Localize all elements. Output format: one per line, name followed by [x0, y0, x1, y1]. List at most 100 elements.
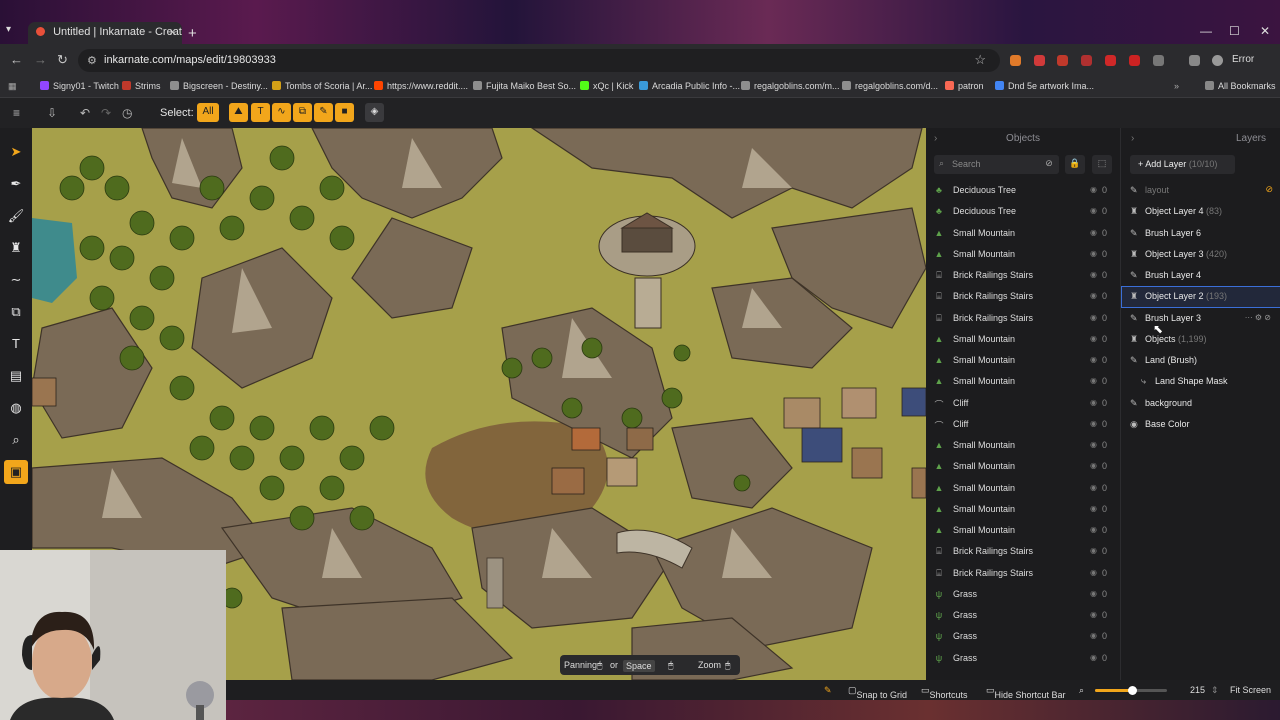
- object-list-item[interactable]: ▲ Small Mountain ◉ 0: [926, 244, 1120, 265]
- object-list-item[interactable]: ♣ Deciduous Tree ◉ 0: [926, 201, 1120, 222]
- site-info-icon[interactable]: ⚙: [87, 54, 97, 67]
- visibility-icon[interactable]: ◉: [1090, 461, 1097, 470]
- visibility-icon[interactable]: ◉: [1090, 546, 1097, 555]
- tab-search-icon[interactable]: ▾: [6, 24, 22, 40]
- bookmark-item[interactable]: patron: [945, 81, 984, 91]
- zoom-slider[interactable]: [1095, 686, 1167, 695]
- layer-options-icon[interactable]: ··· ⚙ ⊘: [1245, 313, 1271, 322]
- history-icon[interactable]: ◷: [122, 106, 132, 120]
- back-icon[interactable]: ←: [10, 52, 23, 67]
- maximize-icon[interactable]: ☐: [1229, 24, 1240, 38]
- select-text-icon[interactable]: T: [251, 103, 270, 122]
- hamburger-menu-icon[interactable]: ≡: [13, 106, 20, 120]
- object-list-item[interactable]: ⌒ Cliff ◉ 0: [926, 414, 1120, 435]
- fit-screen-button[interactable]: Fit Screen: [1230, 685, 1271, 695]
- lock-icon[interactable]: 🔒: [1065, 155, 1085, 174]
- visibility-icon[interactable]: ◉: [1090, 525, 1097, 534]
- forward-icon[interactable]: →: [34, 52, 47, 67]
- extension-icon[interactable]: [1105, 55, 1116, 66]
- layers-toggle-icon[interactable]: ◈: [365, 103, 384, 122]
- bookmark-item[interactable]: regalgoblins.com/d...: [842, 81, 938, 91]
- zoom-slider-handle[interactable]: [1128, 686, 1138, 695]
- bookmark-item[interactable]: regalgoblins.com/m...: [741, 81, 840, 91]
- visibility-icon[interactable]: ◉: [1090, 376, 1097, 385]
- object-list-item[interactable]: ▲ Small Mountain ◉ 0: [926, 371, 1120, 392]
- layer-list-item[interactable]: ◉ Base Color: [1121, 414, 1280, 435]
- visibility-icon[interactable]: ◉: [1090, 249, 1097, 258]
- brush-tool-icon[interactable]: 🖌: [4, 204, 28, 228]
- extension-icon[interactable]: [1057, 55, 1068, 66]
- visibility-icon[interactable]: ◉: [1090, 631, 1097, 640]
- eyedropper-tool-icon[interactable]: ✒: [4, 172, 28, 196]
- path-tool-icon[interactable]: ∼: [4, 268, 28, 292]
- stamp-tool-icon[interactable]: ♜: [4, 236, 28, 260]
- select-path-icon[interactable]: ∿: [272, 103, 291, 122]
- shapes-tool-icon[interactable]: ⧉: [4, 300, 28, 324]
- undo-icon[interactable]: ↶: [80, 106, 90, 120]
- extension-icon[interactable]: [1129, 55, 1140, 66]
- layer-list-item[interactable]: ⤷ Land Shape Mask: [1121, 371, 1280, 392]
- visibility-icon[interactable]: ◉: [1090, 398, 1097, 407]
- bookmark-item[interactable]: https://www.reddit....: [374, 81, 468, 91]
- text-tool-icon[interactable]: T: [4, 332, 28, 356]
- url-field[interactable]: ⚙ inkarnate.com/maps/edit/19803933 ☆: [78, 49, 1000, 72]
- object-list-item[interactable]: ψ Grass ◉ 0: [926, 605, 1120, 626]
- visibility-icon[interactable]: ◉: [1090, 440, 1097, 449]
- layer-list-item[interactable]: ✎ background: [1121, 393, 1280, 414]
- object-list-item[interactable]: ⌸ Brick Railings Stairs ◉ 0: [926, 541, 1120, 562]
- object-list-item[interactable]: ▲ Small Mountain ◉ 0: [926, 329, 1120, 350]
- layer-list-item[interactable]: ✎ layout ⊘: [1121, 180, 1280, 201]
- more-bookmarks-icon[interactable]: »: [1174, 81, 1179, 91]
- apps-grid-icon[interactable]: ▦: [8, 81, 17, 92]
- object-list-item[interactable]: ψ Grass ◉ 0: [926, 648, 1120, 669]
- pointer-tool-icon[interactable]: ➤: [4, 140, 28, 164]
- visibility-icon[interactable]: ◉: [1090, 568, 1097, 577]
- extension-icon[interactable]: [1081, 55, 1092, 66]
- select-stamp-icon[interactable]: ⧉: [293, 103, 312, 122]
- visibility-icon[interactable]: ◉: [1090, 589, 1097, 598]
- bookmark-item[interactable]: Tombs of Scoria | Ar...: [272, 81, 372, 91]
- visibility-icon[interactable]: ◉: [1090, 291, 1097, 300]
- media-icon[interactable]: [1189, 55, 1200, 66]
- extension-icon[interactable]: [1034, 55, 1045, 66]
- object-list-item[interactable]: ▲ Small Mountain ◉ 0: [926, 520, 1120, 541]
- object-list-item[interactable]: ▲ Small Mountain ◉ 0: [926, 499, 1120, 520]
- object-list-item[interactable]: ⌒ Cliff ◉ 0: [926, 393, 1120, 414]
- visibility-icon[interactable]: ◉: [1090, 483, 1097, 492]
- layer-list-item[interactable]: ♜ Object Layer 3 (420): [1121, 244, 1280, 265]
- object-list-item[interactable]: ▲ Small Mountain ◉ 0: [926, 223, 1120, 244]
- reload-icon[interactable]: ↻: [57, 52, 68, 68]
- hide-shortcut-bar-button[interactable]: ▭ Hide Shortcut Bar: [986, 685, 1066, 700]
- globe-tool-icon[interactable]: ◍: [4, 396, 28, 420]
- pencil-edit-icon[interactable]: ✎: [824, 685, 832, 696]
- error-badge[interactable]: Error: [1232, 54, 1254, 65]
- object-list-item[interactable]: ⌸ Brick Railings Stairs ◉ 0: [926, 265, 1120, 286]
- select-all-button[interactable]: All: [197, 103, 219, 122]
- select-region-icon[interactable]: ⬚: [1092, 155, 1112, 174]
- redo-icon[interactable]: ↷: [101, 106, 111, 120]
- tab-close-icon[interactable]: ×: [169, 25, 176, 39]
- bookmark-item[interactable]: Fujita Maiko Best So...: [473, 81, 576, 91]
- browser-tab-active[interactable]: Untitled | Inkarnate - Create Fa ×: [28, 22, 182, 44]
- layer-list-item[interactable]: ♜ Objects (1,199): [1121, 329, 1280, 350]
- visibility-icon[interactable]: ◉: [1090, 313, 1097, 322]
- visibility-icon[interactable]: ◉: [1090, 653, 1097, 662]
- visibility-icon[interactable]: ◉: [1090, 270, 1097, 279]
- visibility-icon[interactable]: ◉: [1090, 419, 1097, 428]
- layer-list-item[interactable]: ✎ Land (Brush): [1121, 350, 1280, 371]
- visibility-icon[interactable]: ◉: [1090, 355, 1097, 364]
- zoom-tool-icon[interactable]: ⌕: [4, 428, 28, 452]
- object-list-item[interactable]: ▲ Small Mountain ◉ 0: [926, 478, 1120, 499]
- select-shape-icon[interactable]: ■: [335, 103, 354, 122]
- hide-all-icon[interactable]: ⊘: [1039, 155, 1059, 174]
- zoom-stepper-icon[interactable]: ⇕: [1211, 685, 1219, 696]
- visibility-icon[interactable]: ◉: [1090, 206, 1097, 215]
- layer-list-item[interactable]: ✎ Brush Layer 3 ··· ⚙ ⊘: [1121, 308, 1280, 329]
- object-list-item[interactable]: ψ Grass ◉ 0: [926, 584, 1120, 605]
- object-list-item[interactable]: ▲ Small Mountain ◉ 0: [926, 350, 1120, 371]
- object-list-item[interactable]: ♣ Deciduous Tree ◉ 0: [926, 180, 1120, 201]
- visibility-icon[interactable]: ◉: [1090, 228, 1097, 237]
- bookmark-item[interactable]: Signy01 - Twitch: [40, 81, 119, 91]
- object-list-item[interactable]: ▲ Small Mountain ◉ 0: [926, 456, 1120, 477]
- hidden-layer-icon[interactable]: ⊘: [1265, 184, 1273, 195]
